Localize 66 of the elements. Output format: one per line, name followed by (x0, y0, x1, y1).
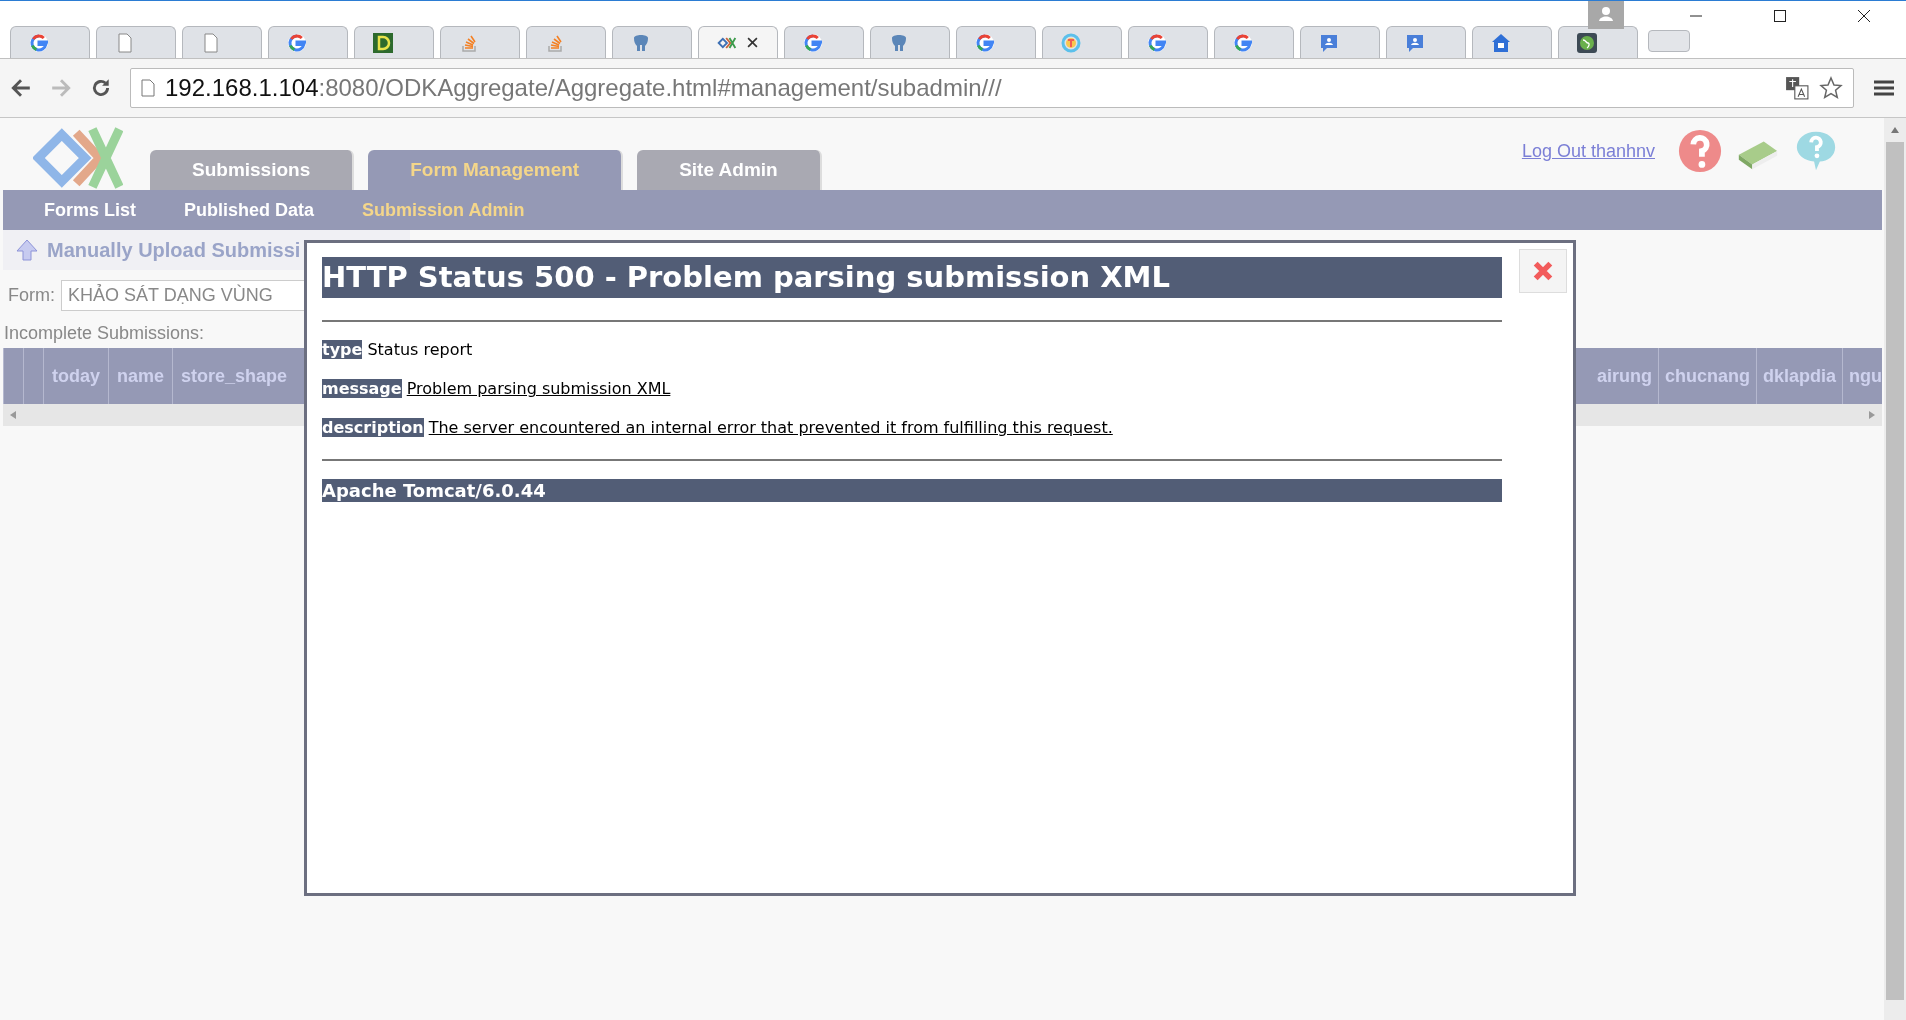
error-title: HTTP Status 500 - Problem parsing submission XML (322, 257, 1502, 298)
app-tab[interactable]: Form Management (368, 150, 624, 190)
field-value: The server encountered an internal error that prevented it from fulfilling this request. (428, 418, 1113, 437)
close-icon (1532, 260, 1554, 282)
translate-icon[interactable] (1785, 76, 1809, 100)
browser-tab[interactable] (1386, 26, 1466, 58)
d-logo-icon (373, 32, 393, 53)
incomplete-label: Incomplete Submissions: (4, 323, 205, 344)
vertical-scrollbar[interactable] (1884, 118, 1906, 1020)
page-icon (115, 32, 135, 53)
browser-tab[interactable] (1300, 26, 1380, 58)
browser-tab[interactable] (1558, 26, 1638, 58)
chat-icon (1405, 32, 1425, 53)
field-label: type (322, 340, 363, 359)
browser-tab[interactable] (10, 26, 90, 58)
field-value: Problem parsing submission XML (406, 379, 671, 398)
page-icon (141, 79, 155, 97)
app-tab[interactable]: Site Admin (637, 150, 822, 190)
google-icon (287, 32, 307, 53)
house-icon (1491, 32, 1511, 53)
google-icon (803, 32, 823, 53)
address-bar[interactable]: 192.168.1.104:8080/ODKAggregate/Aggregate.html#management/subadmin/// (130, 68, 1854, 108)
column-header[interactable]: airung (1594, 348, 1658, 404)
ring-icon (1061, 32, 1081, 53)
form-label: Form: (8, 285, 55, 306)
new-tab-button[interactable] (1648, 30, 1690, 52)
browser-tab[interactable] (354, 26, 434, 58)
menu-icon[interactable] (1872, 78, 1896, 98)
scroll-left-icon[interactable] (9, 410, 17, 420)
page-icon (201, 32, 221, 53)
field-label: description (322, 418, 424, 437)
scroll-right-icon[interactable] (1868, 410, 1876, 420)
sub-nav-item[interactable]: Forms List (44, 199, 136, 221)
browser-tab[interactable] (698, 26, 778, 58)
logout-link[interactable]: Log Out thanhnv (1521, 140, 1655, 162)
browser-tab[interactable] (612, 26, 692, 58)
browser-tab[interactable] (956, 26, 1036, 58)
scroll-up-icon[interactable] (1890, 126, 1900, 134)
globe-icon (1577, 32, 1597, 53)
browser-tab[interactable] (1214, 26, 1294, 58)
google-icon (29, 32, 49, 53)
help-icon[interactable] (1677, 128, 1723, 174)
star-icon[interactable] (1819, 76, 1843, 100)
google-icon (975, 32, 995, 53)
field-label: message (322, 379, 402, 398)
sub-nav-item[interactable]: Published Data (184, 199, 315, 221)
reload-icon[interactable] (90, 77, 112, 99)
upload-arrow-icon (15, 238, 39, 262)
google-icon (1233, 32, 1253, 53)
sub-nav-item[interactable]: Submission Admin (362, 199, 525, 221)
field-value: Status report (367, 340, 473, 359)
forward-icon[interactable] (50, 77, 72, 99)
close-button[interactable] (1519, 249, 1567, 293)
url-text: 192.168.1.104:8080/ODKAggregate/Aggregate.html#management/subadmin/// (165, 74, 1003, 102)
back-icon[interactable] (10, 77, 32, 99)
browser-tab[interactable] (870, 26, 950, 58)
scrollbar-thumb[interactable] (1886, 142, 1904, 1000)
server-footer: Apache Tomcat/6.0.44 (322, 479, 1502, 502)
browser-tab[interactable] (268, 26, 348, 58)
close-icon[interactable] (747, 37, 758, 48)
chat-icon (1319, 32, 1339, 53)
browser-tab[interactable] (1128, 26, 1208, 58)
browser-tab[interactable] (1472, 26, 1552, 58)
google-icon (1147, 32, 1167, 53)
app-tab[interactable]: Submissions (150, 150, 355, 190)
browser-tab[interactable] (784, 26, 864, 58)
